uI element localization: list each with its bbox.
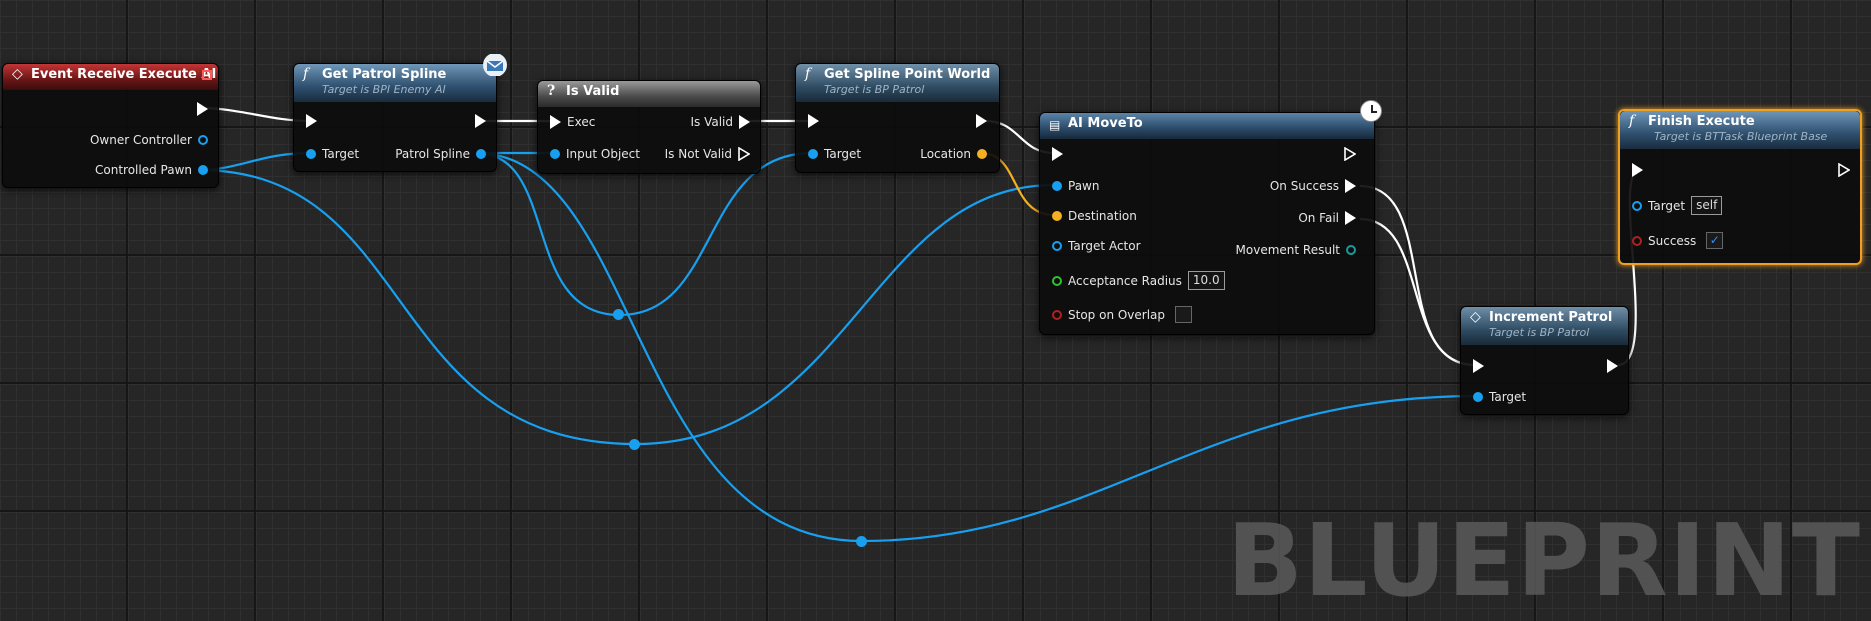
exec-in-pin[interactable] [1473,359,1484,373]
target-actor-pin[interactable]: Target Actor [1052,239,1141,253]
node-title: AI MoveTo [1068,116,1143,131]
pawn-pin[interactable]: Pawn [1052,179,1099,193]
message-envelope-icon [482,53,508,80]
node-header: f Finish Execute Target is BTTask Bluepr… [1620,111,1860,149]
node-subtitle: Target is BP Patrol [824,83,925,96]
pin-label: Acceptance Radius [1068,273,1182,288]
movement-result-pin[interactable]: Movement Result [1236,243,1356,257]
get-patrol-spline-node[interactable]: f Get Patrol Spline Target is BPI Enemy … [293,63,497,172]
stop-on-overlap-checkbox[interactable] [1175,306,1193,323]
pin-label: Is Valid [690,115,733,129]
pin-label: Movement Result [1235,243,1340,257]
success-pin[interactable]: Success ✓ [1632,232,1724,249]
pin-label: Input Object [566,147,640,161]
node-header: ◇ Event Receive Execute AI [3,64,218,90]
pin-label: Target [1648,198,1686,213]
clock-latent-icon [1360,100,1382,122]
exec-out-pin[interactable] [1838,163,1850,177]
pin-label: Target Actor [1068,239,1141,253]
exec-out-pin[interactable] [976,114,987,128]
node-subtitle: Target is BPI Enemy AI [322,83,446,96]
owner-controller-pin[interactable]: Owner Controller [90,133,208,147]
node-subtitle: Target is BTTask Blueprint Base [1654,130,1828,143]
pin-label: Controlled Pawn [95,163,192,177]
function-icon: f [805,66,811,82]
exec-in-pin[interactable] [1052,147,1063,161]
pin-label: Patrol Spline [395,147,470,161]
exec-out-pin[interactable] [1607,359,1618,373]
destination-pin[interactable]: Destination [1052,209,1137,223]
node-header: f Get Patrol Spline Target is BPI Enemy … [294,64,496,102]
pin-label: Success [1648,233,1697,248]
node-subtitle: Target is BP Patrol [1489,326,1590,339]
node-title: Get Patrol Spline [322,67,447,82]
pin-label: Stop on Overlap [1068,307,1166,322]
acceptance-radius-input[interactable]: 10.0 [1187,271,1225,290]
exec-out-pin[interactable] [1344,147,1356,161]
input-object-pin[interactable]: Input Object [550,147,640,161]
event-diamond-icon: ◇ [12,66,23,82]
pin-label: Target [824,147,862,161]
reroute-node[interactable] [629,439,640,450]
pin-label: Target [322,147,360,161]
stop-square-icon [202,70,212,80]
node-title: Increment Patrol [1489,310,1613,325]
node-title: Get Spline Point World [824,67,991,82]
node-header: ▤ AI MoveTo [1040,113,1374,139]
event-receive-execute-ai-node[interactable]: ◇ Event Receive Execute AI Owner Control… [2,63,219,188]
patrol-spline-pin[interactable]: Patrol Spline [395,147,486,161]
increment-patrol-node[interactable]: ◇ Increment Patrol Target is BP Patrol T… [1460,306,1629,415]
node-title: Event Receive Execute AI [31,67,217,82]
node-header: ◇ Increment Patrol Target is BP Patrol [1461,307,1628,345]
location-pin[interactable]: Location [920,147,987,161]
exec-in-pin[interactable] [306,114,317,128]
stop-on-overlap-pin[interactable]: Stop on Overlap [1052,306,1193,323]
exec-out-pin[interactable] [475,114,486,128]
is-valid-exec-out-pin[interactable]: Is Valid [690,115,750,129]
pin-label: Exec [567,115,596,129]
pin-label: Destination [1068,209,1137,223]
pin-label: Owner Controller [89,133,192,147]
pin-label: Pawn [1068,179,1100,193]
target-self-input[interactable]: self [1691,196,1723,215]
target-pin[interactable]: Target [306,147,359,161]
exec-in-pin[interactable] [808,114,819,128]
exec-in-pin[interactable] [1632,163,1643,177]
reroute-node[interactable] [856,536,867,547]
is-not-valid-exec-out-pin[interactable]: Is Not Valid [665,147,750,161]
event-diamond-icon: ◇ [1470,309,1481,325]
exec-out-pin[interactable] [197,102,208,116]
pin-label: On Fail [1298,211,1339,225]
pin-label: Is Not Valid [664,147,732,161]
function-icon: f [303,66,309,82]
ai-moveto-node[interactable]: ▤ AI MoveTo Pawn On Success Destination … [1039,112,1375,335]
node-header: ? Is Valid [538,81,760,107]
function-icon: f [1629,113,1635,129]
wire-spline-to-splinetarget [475,151,813,317]
question-mark-icon: ? [547,83,556,99]
node-header: f Get Spline Point World Target is BP Pa… [796,64,999,102]
acceptance-radius-pin[interactable]: Acceptance Radius 10.0 [1052,271,1225,290]
is-valid-node[interactable]: ? Is Valid Exec Is Valid Input Object Is… [537,80,761,174]
target-pin[interactable]: Target [1473,390,1526,404]
target-pin[interactable]: Target [808,147,861,161]
success-checkbox[interactable]: ✓ [1706,232,1724,249]
node-title: Finish Execute [1648,114,1755,129]
exec-in-pin[interactable]: Exec [550,115,595,129]
node-title: Is Valid [566,84,620,99]
pin-label: Location [920,147,971,161]
pin-label: On Success [1269,179,1339,193]
on-fail-pin[interactable]: On Fail [1298,211,1356,225]
wire-pawn-to-moveto [197,168,1055,446]
reroute-node[interactable] [613,309,624,320]
controlled-pawn-pin[interactable]: Controlled Pawn [95,163,208,177]
get-spline-point-world-node[interactable]: f Get Spline Point World Target is BP Pa… [795,63,1000,173]
exec-wire-onfail-to-increment [1359,217,1476,367]
on-success-pin[interactable]: On Success [1270,179,1356,193]
latent-node-icon: ▤ [1049,118,1061,132]
pin-label: Target [1489,390,1527,404]
target-pin[interactable]: Target self [1632,196,1723,215]
exec-wire-onsuccess-to-increment [1359,184,1476,367]
finish-execute-node[interactable]: f Finish Execute Target is BTTask Bluepr… [1618,109,1862,265]
